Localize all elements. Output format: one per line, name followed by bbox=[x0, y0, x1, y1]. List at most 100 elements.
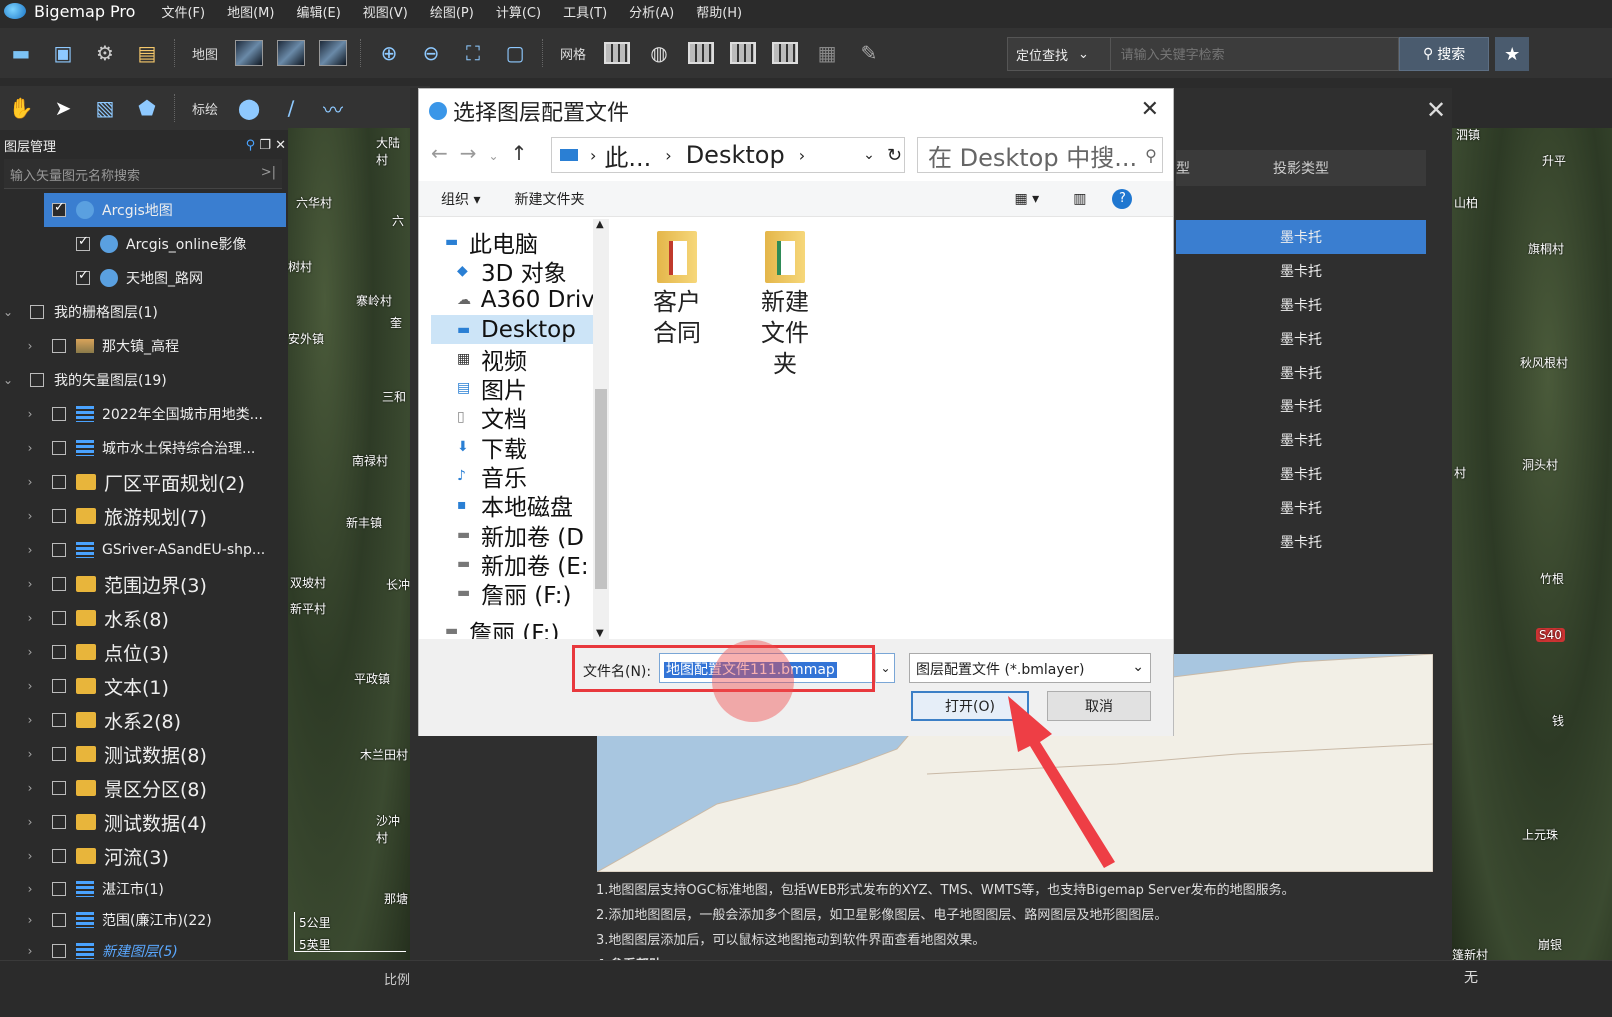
select-polygon-icon[interactable]: ⬟ bbox=[130, 91, 164, 125]
tree-row[interactable]: › 厂区平面规划(2) bbox=[0, 465, 286, 499]
open-folder-icon[interactable]: ▬ bbox=[4, 36, 38, 70]
tree-row[interactable]: › 测试数据(4) bbox=[0, 805, 286, 839]
checkbox[interactable] bbox=[52, 881, 66, 896]
layer-icon[interactable]: ▦ bbox=[810, 36, 844, 70]
menu-map[interactable]: 地图(M) bbox=[227, 2, 274, 21]
km-grid-icon[interactable] bbox=[684, 36, 718, 70]
chevron-right-icon[interactable]: › bbox=[22, 611, 38, 625]
nav-item-music[interactable]: ♪ 音乐 bbox=[431, 461, 609, 492]
save-icon[interactable]: ▣ bbox=[46, 36, 80, 70]
nhm-grid-icon[interactable] bbox=[726, 36, 760, 70]
table-row[interactable]: 墨卡托 bbox=[1176, 254, 1426, 288]
new-folder-button[interactable]: 新建文件夹 bbox=[514, 189, 584, 209]
tree-row[interactable]: › GSriver-ASandEU-shp... bbox=[0, 533, 286, 567]
search-icon[interactable]: ⚲ bbox=[246, 138, 256, 153]
chevron-down-icon[interactable]: ⌄ bbox=[0, 373, 16, 387]
tree-row[interactable]: ⌄ 我的矢量图层(19) bbox=[0, 363, 286, 397]
preview-pane-icon[interactable]: ▥ bbox=[1073, 191, 1086, 207]
tree-row[interactable]: › 水系(8) bbox=[0, 601, 286, 635]
checkbox[interactable] bbox=[52, 509, 66, 523]
file-item-folder[interactable]: 新建 文件夹 bbox=[735, 219, 835, 380]
nav-item-downloads[interactable]: ⬇ 下载 bbox=[431, 432, 609, 463]
close-icon[interactable]: ✕ bbox=[275, 138, 286, 153]
tree-row[interactable]: › 城市水土保持综合治理... bbox=[0, 431, 286, 465]
map-source-2-icon[interactable] bbox=[274, 36, 308, 70]
tree-row[interactable]: › 范围(廉江市)(22) bbox=[0, 904, 286, 935]
table-row[interactable]: 墨卡托 bbox=[1176, 389, 1426, 423]
checkbox[interactable] bbox=[76, 234, 90, 251]
checkbox[interactable] bbox=[52, 577, 66, 591]
nav-item-drive-f[interactable]: ▬ 詹丽 (F:) bbox=[431, 579, 609, 609]
map-view-right[interactable]: 泗镇 升平 山柏 旗桐村 秋风根村 洞头村 村 竹根 S40 钱 上元珠 篷新村… bbox=[1452, 128, 1612, 962]
back-icon[interactable]: ← bbox=[431, 141, 460, 165]
chevron-right-icon[interactable]: › bbox=[22, 543, 38, 557]
checkbox[interactable] bbox=[52, 679, 66, 693]
address-bar[interactable]: › 此... › Desktop › ⌄ ↻ bbox=[551, 137, 905, 173]
nav-item-3d[interactable]: ◆ 3D 对象 bbox=[431, 256, 609, 287]
mgrs-grid-icon[interactable] bbox=[768, 36, 802, 70]
checkbox[interactable] bbox=[52, 713, 66, 727]
polyline-icon[interactable]: ∕ bbox=[274, 91, 308, 125]
checkbox[interactable] bbox=[52, 815, 66, 829]
table-row[interactable]: 墨卡托 bbox=[1176, 491, 1426, 525]
table-row[interactable]: 墨卡托 bbox=[1176, 457, 1426, 491]
menu-draw[interactable]: 绘图(P) bbox=[430, 2, 474, 21]
freehand-icon[interactable]: 〰 bbox=[316, 91, 350, 125]
nav-item-drive-f-2[interactable]: ▬ 詹丽 (F:) bbox=[431, 616, 609, 639]
tree-row[interactable]: › 河流(3) bbox=[0, 839, 286, 873]
fullscreen-icon[interactable]: ▢ bbox=[498, 36, 532, 70]
globe-icon[interactable]: ◍ bbox=[642, 36, 676, 70]
zoom-in-icon[interactable]: ⊕ bbox=[372, 36, 406, 70]
menu-help[interactable]: 帮助(H) bbox=[696, 2, 742, 21]
search-input[interactable] bbox=[1110, 37, 1399, 71]
tree-row[interactable]: › 测试数据(8) bbox=[0, 737, 286, 771]
tree-row[interactable]: › 那大镇_高程 bbox=[0, 329, 286, 363]
checkbox[interactable] bbox=[52, 781, 66, 795]
menu-edit[interactable]: 编辑(E) bbox=[296, 2, 340, 21]
scroll-down-icon[interactable]: ▼ bbox=[596, 628, 604, 639]
search-button[interactable]: ⚲ 搜索 bbox=[1398, 37, 1490, 71]
chevron-right-icon[interactable]: › bbox=[22, 781, 38, 795]
checkbox[interactable] bbox=[52, 407, 66, 421]
nav-item-videos[interactable]: ▦ 视频 bbox=[431, 344, 609, 375]
checkbox[interactable] bbox=[52, 747, 66, 761]
checkbox[interactable] bbox=[52, 200, 66, 217]
chevron-right-icon[interactable]: › bbox=[22, 441, 38, 455]
chevron-right-icon[interactable]: › bbox=[22, 849, 38, 863]
table-row[interactable]: 墨卡托 bbox=[1176, 322, 1426, 356]
checkbox[interactable] bbox=[52, 475, 66, 489]
tree-row[interactable]: Arcgis_online影像 bbox=[0, 227, 286, 261]
tree-row[interactable]: › 湛江市(1) bbox=[0, 873, 286, 904]
chevron-right-icon[interactable]: › bbox=[22, 747, 38, 761]
menu-analysis[interactable]: 分析(A) bbox=[629, 2, 674, 21]
refresh-icon[interactable]: ↻ bbox=[887, 145, 902, 166]
layer-search-input[interactable]: 输入矢量图元名称搜索 >| bbox=[4, 159, 282, 189]
chevron-right-icon[interactable]: › bbox=[22, 645, 38, 659]
up-icon[interactable]: ↑ bbox=[511, 141, 540, 165]
breadcrumb-desktop[interactable]: Desktop bbox=[686, 141, 785, 169]
zoom-out-icon[interactable]: ⊖ bbox=[414, 36, 448, 70]
menu-tools[interactable]: 工具(T) bbox=[563, 2, 607, 21]
recent-icon[interactable]: ⌄ bbox=[489, 149, 511, 163]
zoom-extent-icon[interactable]: ⛶ bbox=[456, 36, 490, 70]
chevron-down-icon[interactable]: ⌄ bbox=[0, 305, 16, 319]
forward-icon[interactable]: → bbox=[460, 141, 489, 165]
checkbox[interactable] bbox=[52, 849, 66, 863]
checkbox[interactable] bbox=[52, 339, 66, 353]
nav-item-drive-e[interactable]: ▬ 新加卷 (E: bbox=[431, 549, 609, 580]
chevron-right-icon[interactable]: › bbox=[22, 475, 38, 489]
chevron-right-icon[interactable]: › bbox=[22, 577, 38, 591]
chevron-right-icon[interactable]: › bbox=[22, 944, 38, 958]
tree-row[interactable]: › 文本(1) bbox=[0, 669, 286, 703]
select-arrow-icon[interactable]: ➤ bbox=[46, 91, 80, 125]
tree-row[interactable]: › 范围边界(3) bbox=[0, 567, 286, 601]
chevron-right-icon[interactable]: › bbox=[22, 713, 38, 727]
chevron-right-icon[interactable]: › bbox=[22, 509, 38, 523]
pan-hand-icon[interactable]: ✋ bbox=[4, 91, 38, 125]
breadcrumb-pc[interactable]: 此... bbox=[604, 138, 651, 173]
tree-row[interactable]: 天地图_路网 bbox=[0, 261, 286, 295]
nav-item-desktop[interactable]: ▬ Desktop bbox=[431, 314, 609, 345]
chevron-down-icon[interactable]: ⌄ bbox=[875, 653, 895, 683]
menu-file[interactable]: 文件(F) bbox=[161, 2, 205, 21]
checkbox[interactable] bbox=[52, 441, 66, 455]
